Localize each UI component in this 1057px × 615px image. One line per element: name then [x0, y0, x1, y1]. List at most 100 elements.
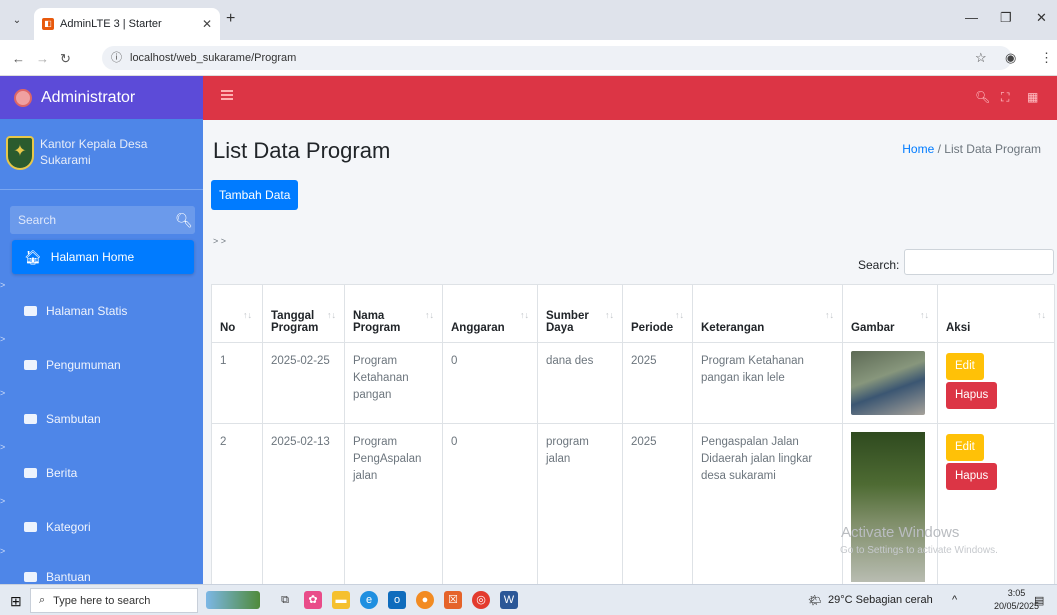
url-text: localhost/web_sukarame/Program	[130, 52, 297, 64]
program-image	[851, 351, 925, 415]
sidebar-item-label: Berita	[46, 466, 78, 480]
tab-search-icon[interactable]: ⌄	[8, 12, 26, 30]
control-sidebar-icon[interactable]: ▦	[1027, 90, 1038, 104]
address-bar: ← → ↻ ⓘ localhost/web_sukarame/Program ☆…	[0, 40, 1057, 76]
table-header-row: No ↑↓ Tanggal Program ↑↓ Nama Program ↑↓ An…	[211, 284, 1055, 343]
cell-nama: Program Ketahanan pangan	[344, 342, 443, 424]
browser-tab[interactable]: ◧ AdminLTE 3 | Starter ✕	[34, 8, 220, 40]
nav-marks: > >	[213, 236, 227, 246]
sidebar-item-kategori[interactable]: > Kategori	[0, 496, 194, 544]
edit-button[interactable]: Edit	[946, 353, 984, 380]
user-panel: ✦ Kantor Kepala Desa Sukarami	[0, 120, 203, 190]
sort-icon: ↑↓	[1037, 310, 1046, 320]
table-search-input[interactable]	[904, 249, 1054, 275]
tambah-data-button[interactable]: Tambah Data	[211, 180, 299, 210]
profile-icon[interactable]: ◉	[1005, 50, 1016, 66]
sidebar-search-button[interactable]: 🔍︎	[173, 206, 195, 234]
cell-tanggal: 2025-02-13	[262, 423, 345, 584]
column-header-gambar[interactable]: Gambar ↑↓	[842, 284, 938, 343]
column-header-no[interactable]: No ↑↓	[211, 284, 263, 343]
column-header-tanggal[interactable]: Tanggal Program ↑↓	[262, 284, 345, 343]
tab-title: AdminLTE 3 | Starter	[60, 18, 162, 30]
restore-icon[interactable]: ❐	[1000, 10, 1012, 26]
sidebar-item-label: Sambutan	[46, 412, 101, 426]
hapus-button[interactable]: Hapus	[946, 463, 998, 490]
new-tab-button[interactable]: +	[226, 10, 235, 28]
task-view-icon[interactable]: ⧉	[276, 591, 294, 609]
list-icon	[24, 306, 37, 316]
sidebar-item-halaman-home[interactable]: 🏠︎ Halaman Home	[12, 240, 194, 274]
cell-periode: 2025	[622, 342, 693, 424]
browser-menu-icon[interactable]: ⋮	[1040, 50, 1053, 66]
program-image	[851, 432, 925, 582]
sidebar-menu: 🏠︎ Halaman Home > Halaman Statis > Pengu…	[0, 240, 203, 584]
edit-button[interactable]: Edit	[946, 434, 984, 461]
clock-date: 20/05/2025	[994, 601, 1040, 611]
back-icon[interactable]: ←	[12, 51, 25, 66]
column-header-periode[interactable]: Periode ↑↓	[622, 284, 693, 343]
chevron-up-icon[interactable]: ^	[952, 594, 957, 606]
sidebar-item-bantuan[interactable]: > Bantuan	[0, 546, 194, 584]
user-name[interactable]: Kantor Kepala Desa Sukarami	[40, 136, 180, 168]
windows-start-icon[interactable]: ⊞	[10, 593, 22, 610]
widgets-icon[interactable]	[206, 591, 260, 609]
sort-icon: ↑↓	[920, 310, 929, 320]
sidebar-item-pengumuman[interactable]: > Pengumuman	[0, 334, 194, 382]
sidebar-item-halaman-statis[interactable]: > Halaman Statis	[0, 280, 194, 328]
taskbar-search[interactable]: ⌕ Type here to search	[30, 588, 198, 613]
sidebar-item-label: Bantuan	[46, 570, 91, 584]
chrome-icon[interactable]: ◎	[472, 591, 490, 609]
top-navbar: 🔍︎ ⛶ ▦	[203, 76, 1057, 120]
chevron-right-icon: >	[0, 496, 6, 506]
sidebar-search-input[interactable]	[10, 206, 173, 234]
forward-icon[interactable]: →	[36, 51, 49, 66]
brand-link[interactable]: Administrator	[0, 76, 203, 120]
column-header-sumber[interactable]: Sumber Daya ↑↓	[537, 284, 623, 343]
sort-icon: ↑↓	[605, 310, 614, 320]
sidebar-item-sambutan[interactable]: > Sambutan	[0, 388, 194, 436]
hapus-button[interactable]: Hapus	[946, 382, 998, 409]
weather-text[interactable]: 29°C Sebagian cerah	[828, 594, 933, 606]
breadcrumb-separator: /	[937, 142, 941, 156]
list-icon	[24, 522, 37, 532]
minimize-icon[interactable]: —	[965, 10, 978, 25]
fullscreen-icon[interactable]: ⛶	[1001, 90, 1009, 105]
notification-icon[interactable]: ▤	[1034, 594, 1044, 607]
edge-icon[interactable]: e	[360, 591, 378, 609]
column-header-aksi[interactable]: Aksi ↑↓	[937, 284, 1055, 343]
outlook-icon[interactable]: o	[388, 591, 406, 609]
firefox-icon[interactable]: ●	[416, 591, 434, 609]
breadcrumb-current: List Data Program	[944, 142, 1041, 156]
breadcrumb-home[interactable]: Home	[902, 142, 934, 156]
xampp-icon[interactable]: ☒	[444, 591, 462, 609]
list-icon	[24, 414, 37, 424]
sort-icon: ↑↓	[520, 310, 529, 320]
brand-text: Administrator	[41, 88, 136, 106]
sidebar-search: 🔍︎	[10, 206, 195, 234]
chevron-right-icon: >	[0, 388, 6, 398]
activate-windows-subtitle: Go to Settings to activate Windows.	[840, 545, 998, 556]
weather-icon[interactable]: 🌤︎	[808, 594, 822, 607]
column-header-anggaran[interactable]: Anggaran ↑↓	[442, 284, 538, 343]
taskbar-clock[interactable]: 3:05 20/05/2025	[994, 587, 1039, 613]
column-header-keterangan[interactable]: Keterangan ↑↓	[692, 284, 843, 343]
navbar-search-icon[interactable]: 🔍︎	[975, 90, 990, 104]
sidebar-item-label: Halaman Home	[50, 250, 135, 264]
sidebar: Administrator ✦ Kantor Kepala Desa Sukar…	[0, 76, 203, 584]
cell-no: 2	[211, 423, 263, 584]
sidebar-item-berita[interactable]: > Berita	[0, 442, 194, 490]
word-icon[interactable]: W	[500, 591, 518, 609]
windows-taskbar: ⊞ ⌕ Type here to search ⧉ ✿ ▬ e o ● ☒ ◎ …	[0, 584, 1057, 615]
close-tab-icon[interactable]: ✕	[202, 17, 212, 31]
file-explorer-icon[interactable]: ▬	[332, 591, 350, 609]
window-close-icon[interactable]: ✕	[1036, 10, 1047, 26]
chevron-right-icon: >	[0, 442, 6, 452]
cell-nama: Program PengAspalan jalan	[344, 423, 443, 584]
copilot-icon[interactable]: ✿	[304, 591, 322, 609]
column-header-nama[interactable]: Nama Program ↑↓	[344, 284, 443, 343]
url-field[interactable]: ⓘ localhost/web_sukarame/Program	[102, 46, 1012, 70]
site-info-icon[interactable]: ⓘ	[111, 46, 122, 70]
bookmark-star-icon[interactable]: ☆	[975, 50, 987, 66]
reload-icon[interactable]: ↻	[60, 51, 71, 67]
hamburger-menu-icon[interactable]	[221, 90, 233, 100]
